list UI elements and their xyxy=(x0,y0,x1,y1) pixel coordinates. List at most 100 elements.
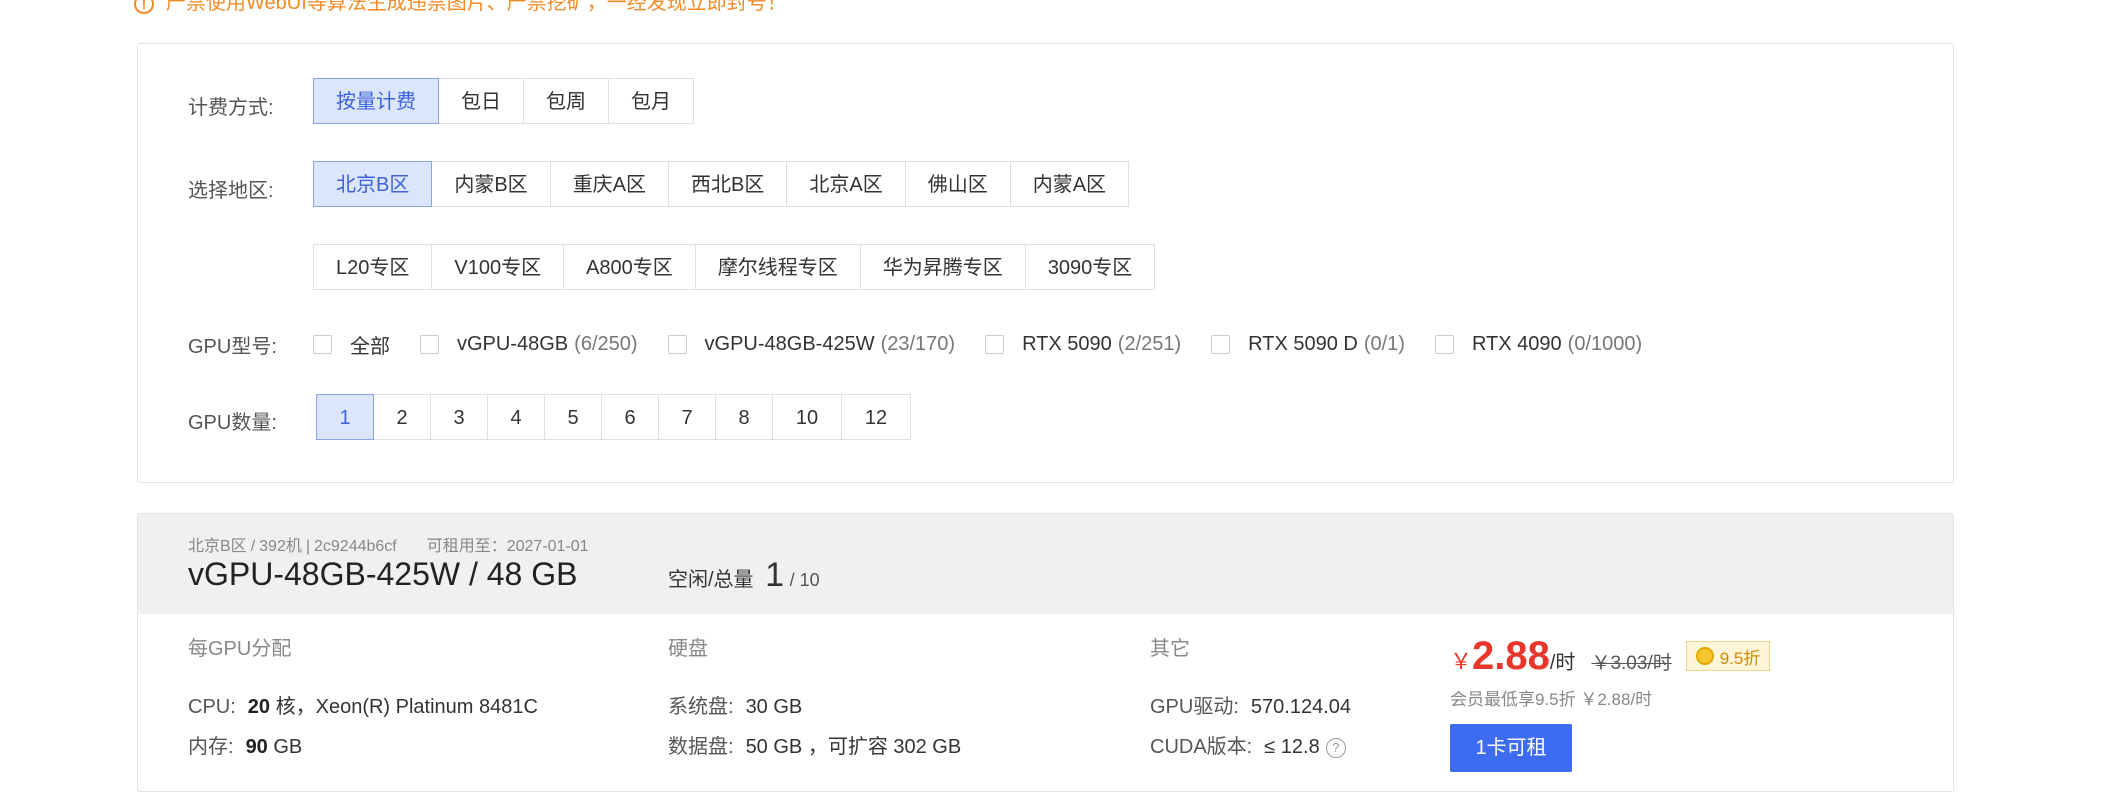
cpu-line: CPU: 20 核，Xeon(R) Platinum 8481C xyxy=(188,687,538,727)
member-price-note: 会员最低享9.5折 ￥2.88/时 xyxy=(1450,690,1653,709)
availability-label: 空闲/总量 xyxy=(668,569,754,591)
billing-option-1[interactable]: 包日 xyxy=(438,78,524,124)
region-option-3[interactable]: 西北B区 xyxy=(668,161,788,207)
gpu-type-checkbox[interactable] xyxy=(420,335,439,354)
cpu-label: CPU: xyxy=(188,696,236,718)
system-disk-label: 系统盘: xyxy=(668,696,734,718)
gpu-type-name: vGPU-48GB xyxy=(457,333,569,355)
gpu-type-name: vGPU-48GB-425W xyxy=(704,333,875,355)
data-disk-value: 50 GB ，可扩容 302 GB xyxy=(745,736,962,758)
gpu-count-option-0[interactable]: 1 xyxy=(316,394,374,440)
region-label: 选择地区: xyxy=(188,180,274,202)
warning-text: 严禁使用WebUI等算法生成违禁图片、严禁挖矿，一经发现立即封号！ xyxy=(166,0,787,14)
gpu-type-count: (23/170) xyxy=(880,333,956,355)
region-option-zone-2[interactable]: A800专区 xyxy=(563,244,696,290)
memory-label: 内存: xyxy=(188,736,234,758)
cuda-line: CUDA版本: ≤ 12.8? xyxy=(1150,727,1351,767)
gpu-count-option-1[interactable]: 2 xyxy=(373,394,431,440)
per-gpu-title: 每GPU分配 xyxy=(188,638,292,660)
gpu-type-count: (0/1000) xyxy=(1567,333,1643,355)
availability: 空闲/总量 1 / 10 xyxy=(668,556,820,595)
memory-unit: GB xyxy=(273,736,303,758)
region-option-2[interactable]: 重庆A区 xyxy=(549,161,670,207)
system-disk-line: 系统盘: 30 GB xyxy=(668,687,961,727)
machine-id: 2c9244b6cf xyxy=(314,538,397,555)
machine-meta: 北京B区/392机 | 2c9244b6cf 可租用至：2027-01-01 xyxy=(188,538,589,555)
region-option-1[interactable]: 内蒙B区 xyxy=(431,161,551,207)
driver-label: GPU驱动: xyxy=(1150,696,1239,718)
gpu-type-name: RTX 5090 D xyxy=(1248,333,1358,355)
warning-banner: ! 严禁使用WebUI等算法生成违禁图片、严禁挖矿，一经发现立即封号！ xyxy=(134,0,787,22)
gpu-type-option[interactable]: vGPU-48GB-425W (23/170) xyxy=(667,333,956,356)
machine-title: vGPU-48GB-425W / 48 GB xyxy=(188,556,578,592)
original-price: ￥3.03/时 xyxy=(1591,653,1672,674)
gpu-type-option[interactable]: RTX 5090 D (0/1) xyxy=(1211,333,1405,356)
billing-options: 按量计费 包日 包周 包月 xyxy=(313,78,694,124)
machine-region: 北京B区 xyxy=(188,538,247,555)
memory-line: 内存: 90 GB xyxy=(188,727,538,767)
gpu-type-count: (6/250) xyxy=(574,333,638,355)
billing-option-2[interactable]: 包周 xyxy=(523,78,609,124)
region-option-zone-5[interactable]: 3090专区 xyxy=(1024,244,1156,290)
region-option-zone-4[interactable]: 华为昇腾专区 xyxy=(859,244,1026,290)
gpu-type-name: RTX 4090 xyxy=(1471,333,1562,355)
memory-value: 90 xyxy=(245,736,268,758)
gpu-count-option-9[interactable]: 12 xyxy=(841,394,911,440)
gpu-count-option-2[interactable]: 3 xyxy=(430,394,488,440)
disk-title: 硬盘 xyxy=(668,638,708,660)
cpu-model: 核，Xeon(R) Platinum 8481C xyxy=(275,696,538,718)
gpu-type-name: 全部 xyxy=(350,336,390,358)
gpu-type-checkbox[interactable] xyxy=(1211,335,1231,354)
billing-option-0[interactable]: 按量计费 xyxy=(313,78,439,124)
price-line: ￥ 2.88 /时 ￥3.03/时 9.5折 xyxy=(1450,634,1771,679)
billing-option-3[interactable]: 包月 xyxy=(608,78,694,124)
machine-header: 北京B区/392机 | 2c9244b6cf 可租用至：2027-01-01 vGPU… xyxy=(138,514,1953,614)
gpu-type-option[interactable]: 全部 xyxy=(313,330,390,359)
discount-badge: 9.5折 xyxy=(1685,641,1771,671)
cuda-value: ≤ 12.8 xyxy=(1264,736,1320,758)
region-options-row2: L20专区 V100专区 A800专区 摩尔线程专区 华为昇腾专区 3090专区 xyxy=(313,244,1156,290)
warning-icon: ! xyxy=(134,0,154,14)
discount-text: 9.5折 xyxy=(1719,648,1761,668)
region-option-zone-0[interactable]: L20专区 xyxy=(313,244,433,290)
gpu-type-checkbox[interactable] xyxy=(1434,335,1454,354)
currency-symbol: ￥ xyxy=(1450,649,1473,674)
availability-free: 1 xyxy=(765,556,785,594)
rent-button[interactable]: 1卡可租 xyxy=(1450,724,1572,772)
region-option-zone-1[interactable]: V100专区 xyxy=(431,244,565,290)
machine-card: 北京B区/392机 | 2c9244b6cf 可租用至：2027-01-01 vGPU… xyxy=(137,513,1954,792)
data-disk-line: 数据盘: 50 GB ，可扩容 302 GB xyxy=(668,727,961,767)
coin-icon xyxy=(1695,647,1714,665)
gpu-type-option[interactable]: vGPU-48GB (6/250) xyxy=(420,333,638,356)
gpu-type-option[interactable]: RTX 4090 (0/1000) xyxy=(1434,333,1643,356)
region-option-5[interactable]: 佛山区 xyxy=(904,161,1011,207)
gpu-type-label: GPU型号: xyxy=(188,336,277,358)
other-column: 其它 GPU驱动: 570.124.04 CUDA版本: ≤ 12.8? xyxy=(1150,632,1351,767)
gpu-count-option-3[interactable]: 4 xyxy=(487,394,545,440)
other-title: 其它 xyxy=(1150,638,1190,660)
gpu-count-option-8[interactable]: 10 xyxy=(772,394,842,440)
price-unit: /时 xyxy=(1549,652,1576,674)
gpu-count-options: 1 2 3 4 5 6 7 8 10 12 xyxy=(316,394,911,440)
region-option-zone-3[interactable]: 摩尔线程专区 xyxy=(694,244,861,290)
help-icon[interactable]: ? xyxy=(1325,737,1346,758)
disk-column: 硬盘 系统盘: 30 GB 数据盘: 50 GB ，可扩容 302 GB xyxy=(668,632,961,767)
region-option-6[interactable]: 内蒙A区 xyxy=(1009,161,1130,207)
per-gpu-column: 每GPU分配 CPU: 20 核，Xeon(R) Platinum 8481C 内… xyxy=(188,632,538,767)
gpu-count-option-4[interactable]: 5 xyxy=(544,394,602,440)
region-option-0[interactable]: 北京B区 xyxy=(313,161,433,207)
gpu-type-checkbox[interactable] xyxy=(985,335,1005,354)
gpu-type-checkbox[interactable] xyxy=(313,335,332,354)
gpu-count-option-6[interactable]: 7 xyxy=(658,394,716,440)
cpu-cores: 20 xyxy=(247,696,271,718)
gpu-type-name: RTX 5090 xyxy=(1022,333,1112,355)
price-value: 2.88 xyxy=(1472,634,1550,678)
gpu-type-option[interactable]: RTX 5090 (2/251) xyxy=(985,333,1181,356)
gpu-type-checkbox[interactable] xyxy=(667,335,687,354)
region-option-4[interactable]: 北京A区 xyxy=(786,161,906,207)
gpu-type-count: (0/1) xyxy=(1363,333,1405,355)
gpu-count-option-7[interactable]: 8 xyxy=(715,394,773,440)
machine-number: 392机 xyxy=(259,538,302,555)
gpu-count-option-5[interactable]: 6 xyxy=(601,394,659,440)
driver-line: GPU驱动: 570.124.04 xyxy=(1150,687,1351,727)
